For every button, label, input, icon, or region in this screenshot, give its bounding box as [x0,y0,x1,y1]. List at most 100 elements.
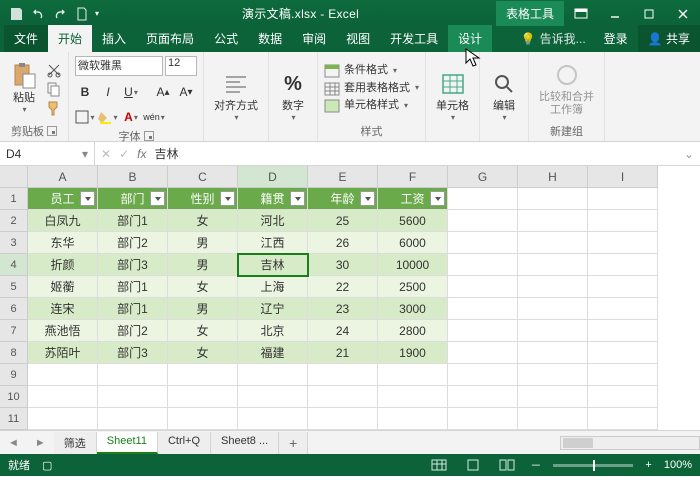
phonetic-icon[interactable]: wén▾ [144,108,164,126]
cell[interactable] [448,342,518,364]
underline-icon[interactable]: U▾ [121,83,141,101]
filter-dropdown-icon[interactable] [150,191,165,206]
tab-review[interactable]: 审阅 [292,25,336,52]
cell[interactable] [238,364,308,386]
cell[interactable] [378,408,448,430]
cell[interactable]: 部门3 [98,342,168,364]
row-header[interactable]: 7 [0,320,28,342]
alignment-button[interactable]: 对齐方式▾ [210,68,262,125]
page-layout-view-icon[interactable] [462,457,484,473]
sheet-tab[interactable]: 筛选 [54,432,97,454]
cell[interactable] [28,386,98,408]
cell[interactable]: 24 [308,320,378,342]
cell[interactable]: 江西 [238,232,308,254]
grow-font-icon[interactable]: A▴ [153,83,173,101]
cell[interactable] [588,342,658,364]
cell[interactable]: 1900 [378,342,448,364]
cell[interactable]: 性别 [168,188,238,210]
share-button[interactable]: 👤 共享 [638,25,700,52]
row-header[interactable]: 5 [0,276,28,298]
cell[interactable]: 女 [168,210,238,232]
shrink-font-icon[interactable]: A▾ [176,83,196,101]
sheet-tab[interactable]: Ctrl+Q [158,432,211,454]
row-header[interactable]: 8 [0,342,28,364]
cell[interactable]: 部门3 [98,254,168,276]
cell[interactable] [448,254,518,276]
cell[interactable] [448,210,518,232]
cell[interactable] [448,298,518,320]
cell[interactable]: 10000 [378,254,448,276]
cell[interactable]: 员工 [28,188,98,210]
cell[interactable] [588,188,658,210]
cell[interactable] [518,298,588,320]
cell[interactable] [168,408,238,430]
worksheet-grid[interactable]: ABCDEFGHI1员工部门性别籍贯年龄工资2白凤九部门1女河北2556003东… [0,166,700,430]
cell[interactable]: 吉林 [238,254,308,276]
sheet-tab[interactable]: Sheet8 ... [211,432,279,454]
cell[interactable] [518,364,588,386]
new-sheet-button[interactable]: + [279,432,308,454]
cell[interactable]: 6000 [378,232,448,254]
cell[interactable] [588,298,658,320]
dialog-launcher-icon[interactable] [47,126,57,136]
normal-view-icon[interactable] [428,457,450,473]
ribbon-options-icon[interactable] [564,0,598,27]
cell[interactable]: 部门1 [98,276,168,298]
cell[interactable]: 连宋 [28,298,98,320]
fill-color-icon[interactable]: ▾ [98,108,118,126]
new-icon[interactable] [72,4,92,24]
cell[interactable] [238,386,308,408]
cell[interactable] [588,408,658,430]
tab-formula[interactable]: 公式 [204,25,248,52]
cell[interactable] [308,386,378,408]
row-header[interactable]: 2 [0,210,28,232]
column-header[interactable]: B [98,166,168,188]
cell[interactable] [98,364,168,386]
cell[interactable]: 河北 [238,210,308,232]
column-header[interactable]: H [518,166,588,188]
cell[interactable] [518,232,588,254]
cell[interactable]: 22 [308,276,378,298]
tab-view[interactable]: 视图 [336,25,380,52]
cell[interactable] [168,364,238,386]
filter-dropdown-icon[interactable] [360,191,375,206]
cell[interactable]: 男 [168,298,238,320]
cell[interactable] [588,276,658,298]
zoom-slider[interactable] [553,464,633,467]
font-color-icon[interactable]: A▾ [121,108,141,126]
tab-file[interactable]: 文件 [4,25,48,52]
tab-design[interactable]: 设计 [448,25,492,52]
cell[interactable]: 女 [168,320,238,342]
cell[interactable]: 北京 [238,320,308,342]
page-break-view-icon[interactable] [496,457,518,473]
cell[interactable] [308,364,378,386]
cell[interactable]: 部门1 [98,298,168,320]
cell[interactable]: 上海 [238,276,308,298]
border-icon[interactable]: ▾ [75,108,95,126]
horizontal-scrollbar[interactable] [560,436,700,450]
cell[interactable] [588,254,658,276]
cell[interactable]: 女 [168,342,238,364]
cell[interactable]: 部门2 [98,232,168,254]
conditional-format-button[interactable]: 条件格式▾ [324,62,419,80]
cell[interactable] [28,364,98,386]
cell[interactable] [308,408,378,430]
save-icon[interactable] [6,4,26,24]
undo-icon[interactable] [28,4,48,24]
cell[interactable] [518,386,588,408]
column-header[interactable]: A [28,166,98,188]
cell[interactable]: 25 [308,210,378,232]
cells-button[interactable]: 单元格▾ [432,68,473,125]
cell[interactable] [588,232,658,254]
cell[interactable] [448,320,518,342]
editing-button[interactable]: 编辑▾ [486,68,522,125]
row-header[interactable]: 4 [0,254,28,276]
font-size-combo[interactable]: 12 [165,56,197,76]
cut-icon[interactable] [46,62,62,78]
cell[interactable] [448,386,518,408]
cell[interactable]: 部门2 [98,320,168,342]
redo-icon[interactable] [50,4,70,24]
tab-home[interactable]: 开始 [48,25,92,52]
cell[interactable] [448,188,518,210]
cell[interactable]: 男 [168,254,238,276]
